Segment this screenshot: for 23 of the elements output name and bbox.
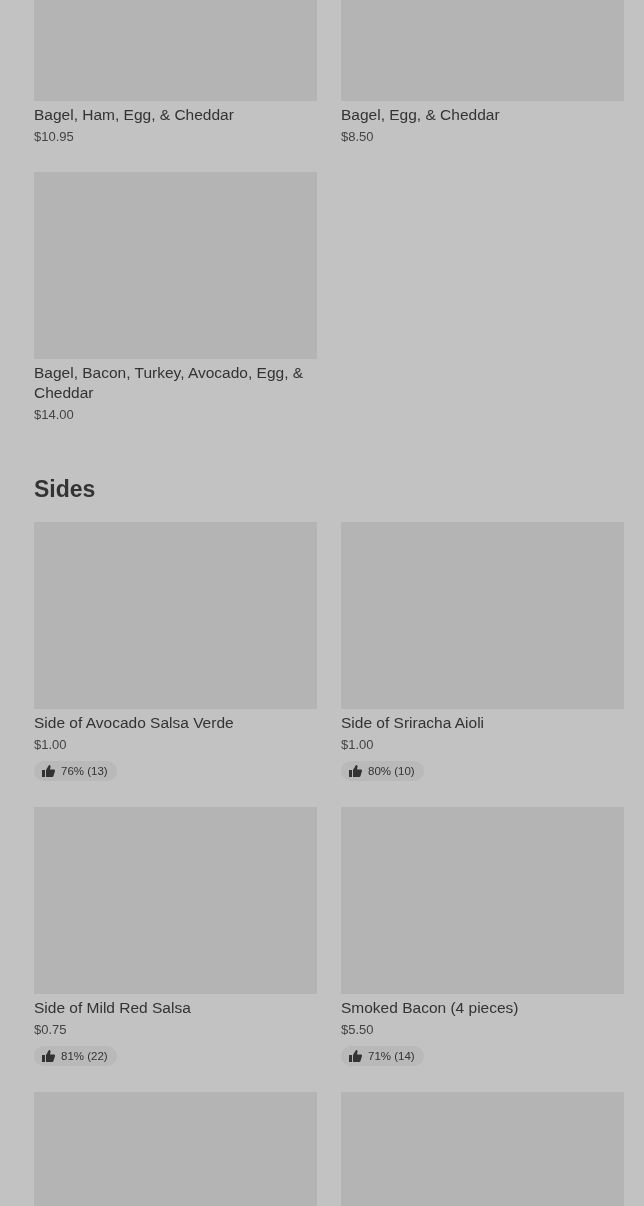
item-price: $1.00 [34,736,67,754]
item-price: $8.50 [341,128,374,146]
item-name: Smoked Bacon (4 pieces) [341,998,519,1018]
section-heading: Sides [34,475,97,504]
item-name: Side of Avocado Salsa Verde [34,713,234,733]
item-name: Bagel, Egg, & Cheddar [341,105,500,125]
item-price: $10.95 [34,128,74,146]
rating-badge: 76% (13) [34,761,117,781]
item-name: Bagel, Ham, Egg, & Cheddar [34,105,234,125]
rating-badge: 80% (10) [341,761,424,781]
rating-badge: 81% (22) [34,1046,117,1066]
item-name: Bagel, Bacon, Turkey, Avocado, Egg, & Cheddar [34,363,305,403]
item-price: $5.50 [341,1021,374,1039]
item-name: Side of Mild Red Salsa [34,998,191,1018]
item-price: $14.00 [34,406,74,424]
item-price: $1.00 [341,736,374,754]
item-price: $0.75 [34,1021,67,1039]
thumbs-up-icon [42,765,55,777]
thumbs-up-icon [349,1050,362,1062]
rating-badge: 71% (14) [341,1046,424,1066]
thumbs-up-icon [42,1050,55,1062]
item-name: Side of Sriracha Aioli [341,713,485,733]
thumbs-up-icon [349,765,362,777]
